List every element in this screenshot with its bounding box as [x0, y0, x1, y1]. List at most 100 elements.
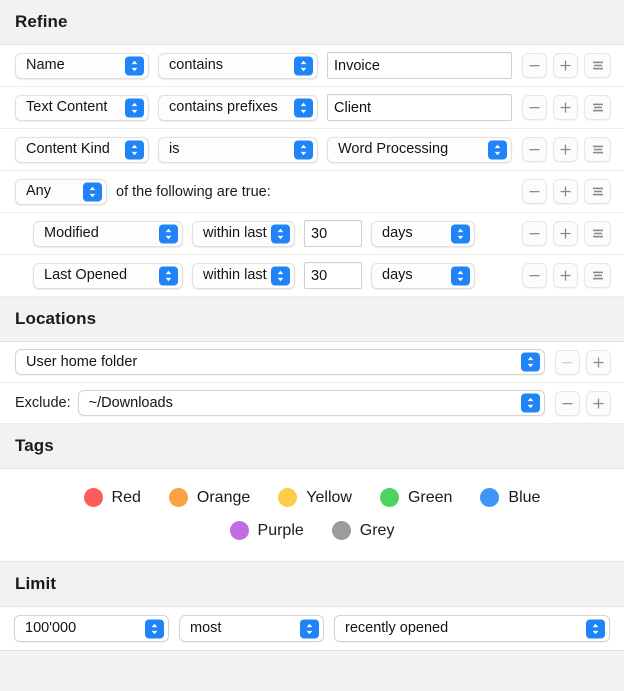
operator-popup[interactable]: contains prefixes: [158, 94, 318, 121]
criterion-options-button[interactable]: [584, 263, 611, 288]
section-title-refine: Refine: [15, 12, 68, 31]
location-popup-label: User home folder: [26, 353, 138, 370]
minus-icon: [529, 65, 540, 67]
operator-popup[interactable]: within last: [192, 262, 295, 289]
tag-yellow[interactable]: Yellow: [278, 488, 352, 507]
exclude-label: Exclude:: [15, 395, 71, 411]
tag-color-dot-icon: [379, 488, 399, 507]
criteria-value-input[interactable]: Client: [327, 94, 512, 121]
tag-red[interactable]: Red: [83, 488, 141, 507]
criteria-row: Name contains Invoice: [0, 45, 624, 87]
add-criterion-button[interactable]: [553, 179, 578, 204]
tag-purple[interactable]: Purple: [229, 521, 304, 540]
plus-icon: [560, 270, 571, 281]
group-quantifier-popup[interactable]: Any: [15, 178, 107, 205]
location-row: User home folder: [0, 342, 624, 383]
tag-blue[interactable]: Blue: [480, 488, 540, 507]
criteria-unit-label: days: [382, 267, 413, 284]
row-actions: [522, 95, 611, 120]
minus-icon: [529, 149, 540, 151]
options-list-icon: [592, 271, 603, 280]
add-criterion-button[interactable]: [553, 53, 578, 78]
stepper-up-down-icon: [488, 140, 507, 159]
minus-icon: [529, 191, 540, 193]
section-title-tags: Tags: [15, 436, 54, 455]
limit-criterion-popup[interactable]: recently opened: [334, 615, 610, 642]
remove-criterion-button[interactable]: [522, 95, 547, 120]
limit-ordering-popup[interactable]: most: [179, 615, 324, 642]
criteria-value-popup[interactable]: Word Processing: [327, 136, 512, 163]
tag-label: Blue: [508, 488, 541, 506]
row-actions: [555, 390, 611, 416]
tag-grey[interactable]: Grey: [331, 521, 394, 540]
attribute-popup[interactable]: Last Opened: [33, 262, 183, 289]
criteria-number-input[interactable]: 30: [304, 220, 362, 247]
criterion-options-button[interactable]: [584, 95, 611, 120]
options-list-icon: [592, 187, 603, 196]
attribute-popup[interactable]: Modified: [33, 220, 183, 247]
tags-area: Red Orange Yellow Green Blue Purple Grey: [0, 469, 624, 562]
location-popup[interactable]: User home folder: [15, 349, 545, 375]
stepper-up-down-icon: [83, 182, 102, 201]
remove-criterion-button[interactable]: [522, 221, 547, 246]
add-criterion-button[interactable]: [553, 263, 578, 288]
exclude-location-popup-label: ~/Downloads: [88, 394, 173, 411]
limit-count-popup[interactable]: 100'000: [14, 615, 169, 642]
options-list-icon: [592, 103, 603, 112]
row-actions: [522, 263, 611, 288]
criteria-row-fields: Content Kind is Word Processing: [15, 136, 512, 163]
criteria-value-input[interactable]: Invoice: [327, 52, 512, 79]
tag-line-2: Purple Grey: [0, 514, 624, 547]
plus-icon: [593, 398, 604, 409]
section-header-locations: Locations: [0, 297, 624, 342]
stepper-up-down-icon: [521, 393, 540, 413]
add-criterion-button[interactable]: [553, 95, 578, 120]
tag-color-dot-icon: [83, 488, 103, 507]
add-criterion-button[interactable]: [553, 137, 578, 162]
stepper-up-down-icon: [586, 619, 605, 638]
tag-green[interactable]: Green: [379, 488, 452, 507]
criteria-row-nested: Last Opened within last 30 days: [0, 255, 624, 297]
operator-popup[interactable]: within last: [192, 220, 295, 247]
stepper-up-down-icon: [159, 266, 178, 285]
limit-row: 100'000 most recently opened: [0, 607, 624, 651]
exclude-location-popup[interactable]: ~/Downloads: [77, 390, 545, 416]
criterion-options-button[interactable]: [584, 179, 611, 204]
remove-criterion-button[interactable]: [522, 137, 547, 162]
criteria-number-input[interactable]: 30: [304, 262, 362, 289]
attribute-popup[interactable]: Content Kind: [15, 136, 149, 163]
tag-label: Orange: [196, 488, 251, 506]
plus-icon: [560, 102, 571, 113]
operator-popup-label: within last: [203, 225, 267, 242]
criteria-unit-popup[interactable]: days: [371, 262, 475, 289]
add-criterion-button[interactable]: [553, 221, 578, 246]
remove-criterion-button[interactable]: [522, 53, 547, 78]
tag-label: Red: [111, 488, 141, 506]
stepper-up-down-icon: [145, 619, 164, 638]
criterion-options-button[interactable]: [584, 221, 611, 246]
remove-criterion-button[interactable]: [522, 263, 547, 288]
minus-icon: [529, 107, 540, 109]
panel-footer-space: [0, 651, 624, 691]
criterion-options-button[interactable]: [584, 53, 611, 78]
stepper-up-down-icon: [125, 98, 144, 117]
operator-popup[interactable]: is: [158, 136, 318, 163]
attribute-popup[interactable]: Name: [15, 52, 149, 79]
add-location-button[interactable]: [586, 349, 611, 375]
remove-criterion-button[interactable]: [522, 179, 547, 204]
location-row-exclude: Exclude: ~/Downloads: [0, 383, 624, 424]
plus-icon: [560, 186, 571, 197]
stepper-up-down-icon: [294, 140, 313, 159]
criterion-options-button[interactable]: [584, 137, 611, 162]
row-actions: [522, 53, 611, 78]
criteria-unit-popup[interactable]: days: [371, 220, 475, 247]
attribute-popup[interactable]: Text Content: [15, 94, 149, 121]
plus-icon: [560, 60, 571, 71]
row-actions: [555, 349, 611, 375]
operator-popup[interactable]: contains: [158, 52, 318, 79]
tag-orange[interactable]: Orange: [168, 488, 251, 507]
tag-label: Purple: [257, 521, 304, 539]
remove-location-button[interactable]: [555, 390, 580, 416]
stepper-up-down-icon: [159, 224, 178, 243]
add-location-button[interactable]: [586, 390, 611, 416]
